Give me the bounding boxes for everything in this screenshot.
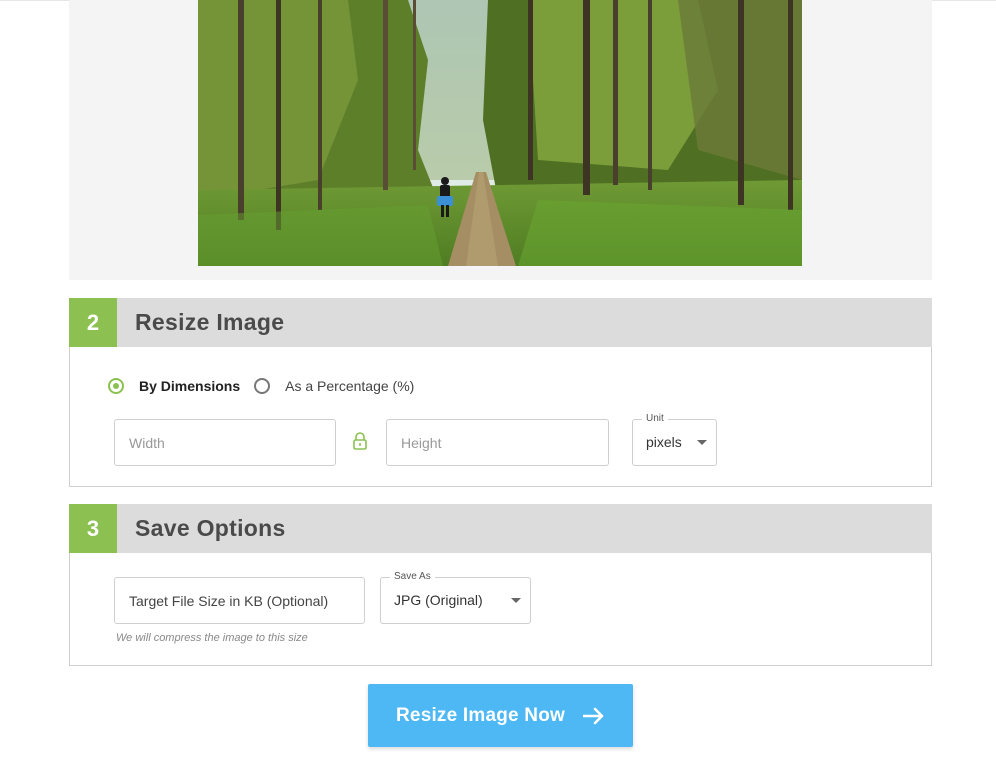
- save-as-select-value: JPG (Original): [394, 592, 483, 608]
- chevron-down-icon: [511, 598, 521, 603]
- unit-select[interactable]: Unit pixels: [632, 413, 717, 466]
- compress-hint: We will compress the image to this size: [116, 632, 308, 644]
- radio-as-percentage[interactable]: As a Percentage (%): [254, 378, 414, 394]
- radio-by-dimensions[interactable]: By Dimensions: [108, 378, 240, 394]
- width-field[interactable]: [114, 419, 336, 466]
- chevron-down-icon: [697, 440, 707, 445]
- height-field[interactable]: [386, 419, 609, 466]
- radio-unchecked-icon[interactable]: [254, 378, 271, 394]
- arrow-right-icon: [582, 707, 604, 724]
- resize-image-now-button[interactable]: Resize Image Now: [368, 684, 633, 747]
- step-number-badge: 3: [69, 504, 117, 553]
- resize-image-header: 2 Resize Image: [69, 298, 932, 347]
- image-preview-area: [69, 0, 932, 280]
- section-title: Resize Image: [135, 309, 285, 335]
- target-file-size-input[interactable]: [115, 578, 364, 623]
- radio-label: As a Percentage (%): [285, 378, 415, 394]
- lock-icon[interactable]: [352, 432, 368, 450]
- radio-checked-icon[interactable]: [108, 378, 124, 394]
- resize-image-now-label: Resize Image Now: [396, 704, 565, 726]
- width-input[interactable]: [115, 420, 335, 465]
- height-input[interactable]: [387, 420, 608, 465]
- resize-image-body: By Dimensions As a Percentage (%) Unit: [69, 347, 932, 487]
- step-number-badge: 2: [69, 298, 117, 347]
- save-as-select[interactable]: Save As JPG (Original): [380, 571, 531, 624]
- save-options-section: 3 Save Options We will compress the imag…: [69, 504, 932, 666]
- resize-mode-radio-group: By Dimensions As a Percentage (%): [108, 375, 428, 397]
- forest-path-photo: [198, 0, 802, 266]
- page: 2 Resize Image By Dimensions As a Percen…: [0, 0, 996, 759]
- section-title: Save Options: [135, 515, 286, 541]
- resize-image-section: 2 Resize Image By Dimensions As a Percen…: [69, 298, 932, 487]
- save-options-body: We will compress the image to this size …: [69, 553, 932, 666]
- unit-select-value: pixels: [646, 434, 682, 450]
- save-options-header: 3 Save Options: [69, 504, 932, 553]
- target-file-size-field[interactable]: [114, 577, 365, 624]
- radio-label: By Dimensions: [139, 378, 241, 394]
- uploaded-image-preview: [198, 0, 802, 266]
